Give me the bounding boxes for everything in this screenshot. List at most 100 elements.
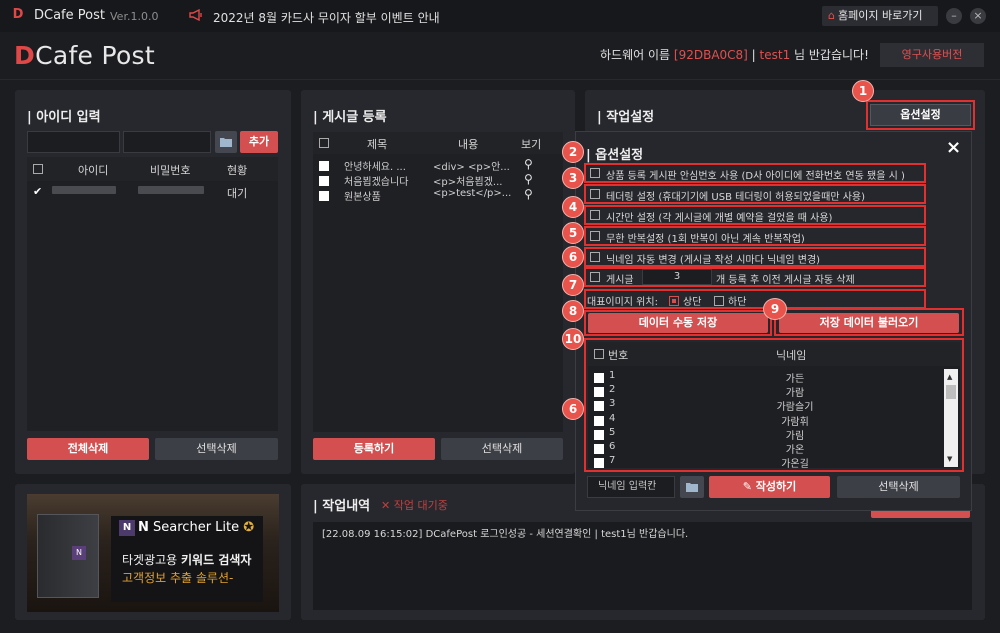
id-select-all-checkbox[interactable]: [33, 164, 43, 174]
auto-delete-prefix: 게시글: [606, 275, 634, 286]
nickname-folder-icon[interactable]: [680, 476, 704, 498]
save-data-button[interactable]: 데이터 수동 저장: [588, 313, 768, 333]
image-top-radio[interactable]: [669, 296, 679, 306]
log-entry: [22.08.09 16:15:02] DCafePost 로그인성공 - 세션…: [322, 529, 689, 540]
register-button[interactable]: 등록하기: [313, 438, 435, 460]
hw-id: [92DBA0C8]: [673, 48, 748, 62]
nickname-row-name: 가람슬기: [776, 402, 814, 414]
scroll-up-icon[interactable]: ▲: [947, 373, 952, 381]
nickname-row-name: 가온길: [781, 459, 809, 471]
nickname-row-name: 가람: [785, 388, 805, 400]
post-row-title: 안녕하세요. ...: [344, 162, 406, 173]
callout-badge: 5: [562, 222, 584, 244]
greeting: 님 반갑습니다!: [790, 48, 869, 62]
post-row-content: <p>처음뵙겠...: [433, 177, 503, 188]
magnifier-icon[interactable]: ⚲: [524, 172, 533, 186]
option-checkbox[interactable]: [590, 168, 600, 178]
auto-delete-count-input[interactable]: 3: [642, 269, 712, 285]
delete-selected-nicknames-button[interactable]: 선택삭제: [837, 476, 960, 498]
option-settings-button[interactable]: 옵션설정: [870, 104, 971, 126]
option-checkbox[interactable]: [590, 231, 600, 241]
nickname-row-checkbox[interactable]: [594, 387, 604, 398]
post-row-checkbox[interactable]: [319, 161, 329, 171]
password-col-header: 비밀번호: [150, 164, 191, 177]
nickname-select-all-checkbox[interactable]: [594, 349, 604, 359]
magnifier-icon[interactable]: ⚲: [524, 187, 533, 201]
callout-badge: 6: [562, 246, 584, 268]
scroll-down-icon[interactable]: ▼: [947, 455, 952, 463]
scroll-thumb[interactable]: [946, 385, 956, 399]
post-row-checkbox[interactable]: [319, 191, 329, 201]
hidden-red-button[interactable]: [871, 510, 970, 518]
nickname-row-no: 6: [609, 441, 616, 452]
close-dialog-button[interactable]: ×: [946, 137, 961, 158]
nickname-row-checkbox[interactable]: [594, 429, 604, 440]
callout-badge: 4: [562, 196, 584, 218]
delete-all-button[interactable]: 전체삭제: [27, 438, 149, 460]
add-id-button[interactable]: 추가: [240, 131, 278, 153]
main-logo: DCafe Post: [14, 41, 155, 70]
nickname-row-name: 가람휘: [781, 416, 809, 428]
row-checked-icon[interactable]: ✔: [33, 186, 42, 197]
option-checkbox[interactable]: [590, 210, 600, 220]
load-data-button[interactable]: 저장 데이터 불러오기: [779, 313, 959, 333]
nickname-name-col: 닉네임: [776, 349, 807, 362]
hardware-info: 하드웨어 이름 [92DBA0C8] | test1 님 반갑습니다!: [600, 46, 869, 63]
image-position-label: 대표이미지 위치:: [587, 297, 658, 308]
nickname-table-header: [588, 342, 960, 366]
nickname-row-no: 7: [609, 455, 616, 467]
folder-icon[interactable]: [215, 131, 237, 153]
nickname-row-checkbox[interactable]: [594, 444, 604, 454]
home-icon: ⌂: [828, 9, 835, 22]
ad-line2: 고객정보 추출 솔루션-: [122, 571, 234, 585]
post-content-col: 내용: [458, 138, 479, 151]
blurred-id: [52, 186, 116, 194]
nickname-row-name: 가온: [785, 445, 805, 456]
id-panel-title: | 아이디 입력: [27, 110, 101, 125]
post-row-content: <div> <p>안...: [433, 162, 510, 173]
write-button: ✎ 작성하기: [709, 476, 830, 498]
notice-link[interactable]: 2022년 8월 카드사 무이자 할부 이벤트 안내: [213, 9, 440, 26]
post-row-title: 원본상품: [344, 192, 381, 203]
status-col-header: 현황: [227, 164, 248, 177]
option-checkbox[interactable]: [590, 252, 600, 262]
nickname-input[interactable]: 닉네임 입력칸: [587, 476, 675, 498]
post-view-col: 보기: [521, 138, 542, 151]
logo-d: D: [14, 41, 36, 70]
id-col-header: 아이디: [78, 164, 109, 177]
post-panel-title: | 게시글 등록: [313, 110, 387, 125]
ad-line1-bold: 키워드 검색자: [181, 553, 252, 567]
nickname-row-no: 4: [609, 412, 616, 424]
post-select-all-checkbox[interactable]: [319, 138, 329, 148]
delete-selected-posts-button[interactable]: 선택삭제: [441, 438, 563, 460]
callout-badge: 6: [562, 398, 584, 420]
option-label: 상품 등록 게시판 안심번호 사용 (D사 아이디에 전화번호 연동 됐을 시 …: [606, 171, 905, 182]
ad-banner[interactable]: N N N Searcher Lite ✪ 타겟광고용 키워드 검색자 고객정보…: [27, 494, 279, 612]
nickname-row-checkbox[interactable]: [594, 401, 604, 412]
homepage-button[interactable]: ⌂ 홈페이지 바로가기: [822, 6, 938, 26]
nickname-scrollbar[interactable]: ▲ ▼: [944, 369, 958, 467]
auto-delete-checkbox[interactable]: [590, 272, 600, 282]
post-row-content: <p>test</p>...: [433, 188, 511, 199]
delete-selected-ids-button[interactable]: 선택삭제: [155, 438, 278, 460]
nickname-row-checkbox[interactable]: [594, 458, 604, 469]
nickname-row-no: 5: [609, 426, 616, 438]
image-bottom-radio[interactable]: [714, 296, 724, 306]
callout-badge: 10: [562, 328, 584, 350]
minimize-button[interactable]: –: [946, 8, 962, 24]
id-input[interactable]: [27, 131, 120, 153]
permanent-version-button[interactable]: 영구사용버전: [880, 43, 984, 67]
close-window-button[interactable]: ×: [970, 8, 986, 24]
pencil-icon: ✎: [742, 480, 756, 493]
product-box-logo: N: [72, 546, 86, 560]
nickname-row-checkbox[interactable]: [594, 415, 604, 426]
nickname-row-checkbox[interactable]: [594, 373, 604, 383]
password-input[interactable]: [123, 131, 211, 153]
option-checkbox[interactable]: [590, 189, 600, 199]
product-box-image: [37, 514, 99, 598]
magnifier-icon[interactable]: ⚲: [524, 157, 533, 171]
post-row-checkbox[interactable]: [319, 176, 329, 186]
hw-separator: |: [747, 48, 760, 62]
nickname-row-no: 2: [609, 384, 616, 396]
nickname-row-no: 1: [609, 370, 616, 381]
